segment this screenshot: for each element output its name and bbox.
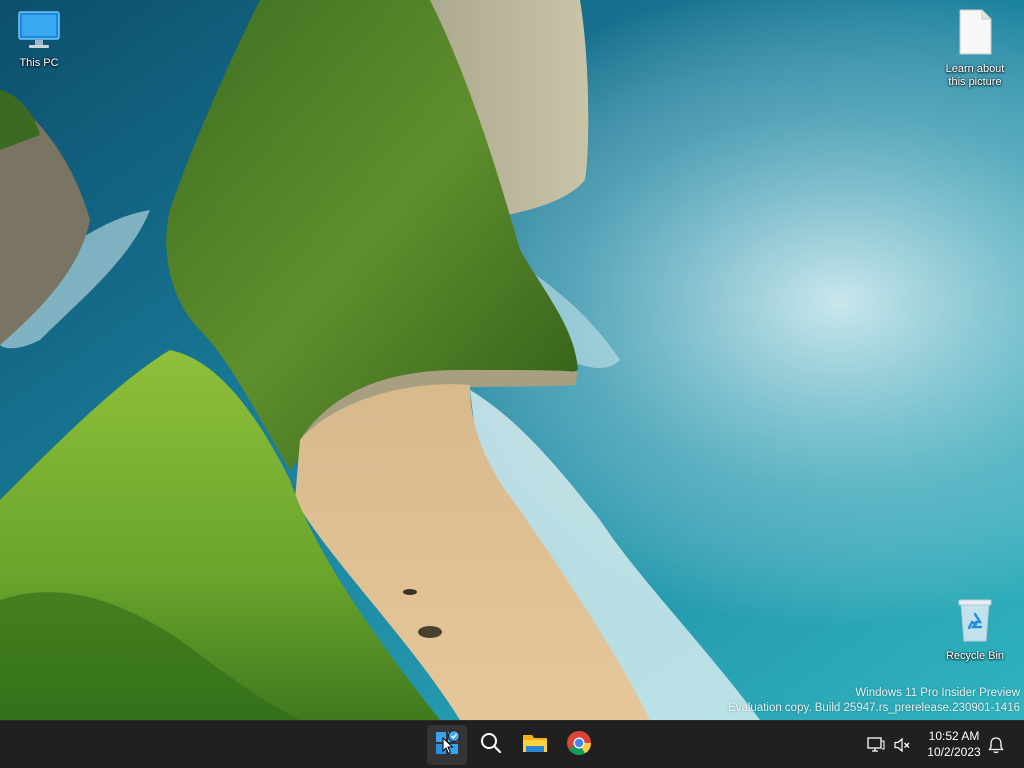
recycle-bin-icon	[936, 597, 1014, 647]
watermark-edition: Windows 11 Pro Insider Preview	[855, 687, 1020, 699]
mouse-cursor-icon	[442, 736, 454, 760]
volume-muted-icon[interactable]	[892, 735, 912, 755]
clock-time: 10:52 AM	[928, 729, 980, 743]
desktop[interactable]: This PC Learn about this picture Recycle…	[0, 0, 1024, 768]
network-icon[interactable]	[866, 735, 886, 755]
taskbar: 10:52 AM 10/2/2023	[0, 720, 1024, 768]
file-explorer-button[interactable]	[515, 725, 555, 765]
wallpaper-image	[0, 0, 1024, 720]
desktop-icon-this-pc[interactable]: This PC	[0, 10, 78, 70]
bell-icon[interactable]	[986, 735, 1006, 755]
clock[interactable]: 10:52 AM 10/2/2023	[918, 728, 990, 760]
desktop-icon-label: Learn about this picture	[945, 63, 1005, 88]
document-icon	[936, 8, 1014, 60]
watermark-build: Evaluation copy. Build 25947.rs_prerelea…	[728, 702, 1020, 714]
desktop-icon-learn-about-picture[interactable]: Learn about this picture	[936, 8, 1014, 89]
search-button[interactable]	[471, 725, 511, 765]
desktop-icon-label: This PC	[19, 57, 59, 69]
desktop-icon-label: Recycle Bin	[945, 650, 1005, 662]
search-icon	[479, 731, 503, 760]
start-button[interactable]	[427, 725, 467, 765]
chrome-button[interactable]	[559, 725, 599, 765]
chrome-icon	[566, 730, 592, 761]
clock-date: 10/2/2023	[927, 745, 981, 759]
desktop-icon-recycle-bin[interactable]: Recycle Bin	[936, 597, 1014, 663]
monitor-icon	[0, 10, 78, 54]
build-watermark: Windows 11 Pro Insider Preview Evaluatio…	[728, 686, 1020, 716]
folder-icon	[521, 731, 549, 760]
